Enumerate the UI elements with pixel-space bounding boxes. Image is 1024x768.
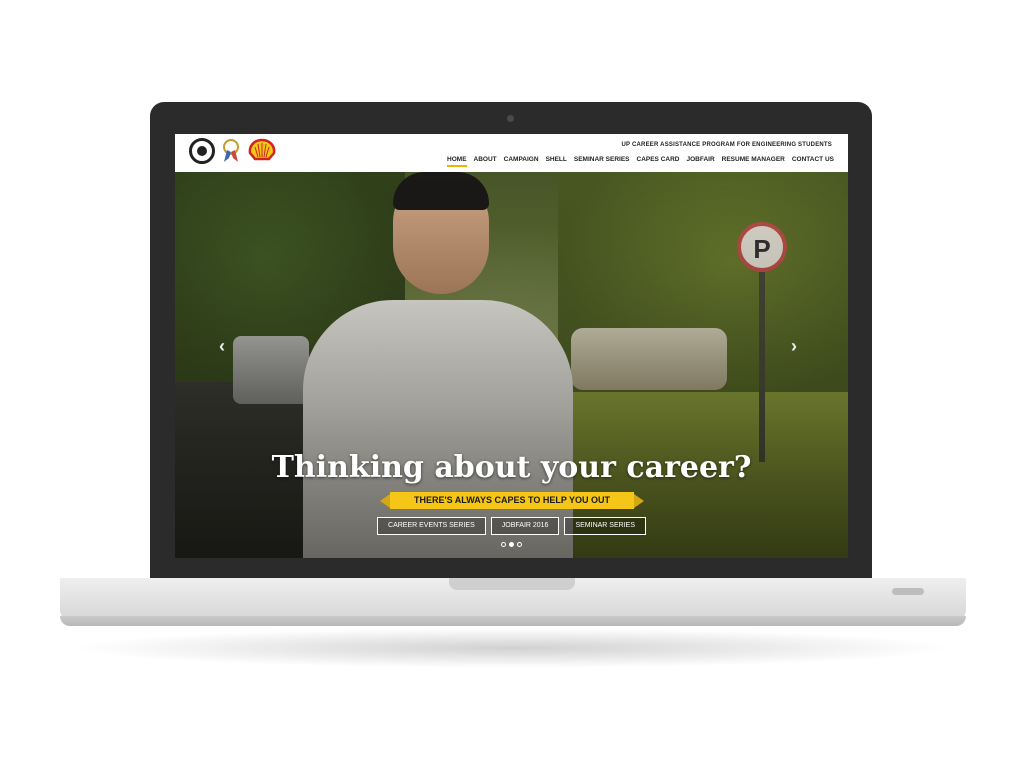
hero-carousel: P ‹ › Thinking about your career? THERE'… bbox=[175, 172, 848, 558]
jobfair-2016-button[interactable]: JOBFAIR 2016 bbox=[490, 517, 560, 535]
camera-icon bbox=[507, 115, 514, 122]
nav-about[interactable]: ABOUT bbox=[474, 156, 497, 167]
site-header: UP CAREER ASSISTANCE PROGRAM FOR ENGINEE… bbox=[175, 134, 848, 172]
seminar-series-button[interactable]: SEMINAR SERIES bbox=[564, 517, 646, 535]
carousel-dot-1[interactable] bbox=[501, 542, 506, 547]
browser-screen: UP CAREER ASSISTANCE PROGRAM FOR ENGINEE… bbox=[175, 134, 848, 558]
hero-headline: Thinking about your career? bbox=[271, 450, 752, 485]
nav-capes-card[interactable]: CAPES CARD bbox=[637, 156, 680, 167]
nav-resume-manager[interactable]: RESUME MANAGER bbox=[722, 156, 785, 167]
shell-logo-icon bbox=[248, 138, 276, 161]
nav-home[interactable]: HOME bbox=[447, 156, 467, 167]
nav-shell[interactable]: SHELL bbox=[546, 156, 567, 167]
ribbon-badge-icon bbox=[223, 139, 239, 162]
capes-logo-icon[interactable] bbox=[189, 138, 215, 164]
career-events-series-button[interactable]: CAREER EVENTS SERIES bbox=[377, 517, 486, 535]
nav-seminar-series[interactable]: SEMINAR SERIES bbox=[574, 156, 630, 167]
carousel-dot-3[interactable] bbox=[517, 542, 522, 547]
laptop-shadow bbox=[70, 628, 954, 668]
laptop-led-indicator bbox=[892, 588, 924, 595]
site-tagline: UP CAREER ASSISTANCE PROGRAM FOR ENGINEE… bbox=[621, 142, 832, 148]
hero-ribbon-banner: THERE'S ALWAYS CAPES TO HELP YOU OUT bbox=[380, 492, 644, 509]
carousel-indicators bbox=[175, 542, 848, 547]
nav-jobfair[interactable]: JOBFAIR bbox=[686, 156, 714, 167]
nav-contact-us[interactable]: CONTACT US bbox=[792, 156, 834, 167]
carousel-prev-icon[interactable]: ‹ bbox=[219, 336, 225, 357]
carousel-next-icon[interactable]: › bbox=[791, 336, 797, 357]
carousel-dot-2[interactable] bbox=[509, 542, 514, 547]
nav-campaign[interactable]: CAMPAIGN bbox=[504, 156, 539, 167]
logo-group bbox=[189, 138, 277, 164]
main-nav: HOME ABOUT CAMPAIGN SHELL SEMINAR SERIES… bbox=[447, 156, 834, 167]
hero-cta-group: CAREER EVENTS SERIES JOBFAIR 2016 SEMINA… bbox=[175, 517, 848, 535]
laptop-base-bottom bbox=[60, 616, 966, 626]
laptop-notch bbox=[449, 578, 575, 590]
